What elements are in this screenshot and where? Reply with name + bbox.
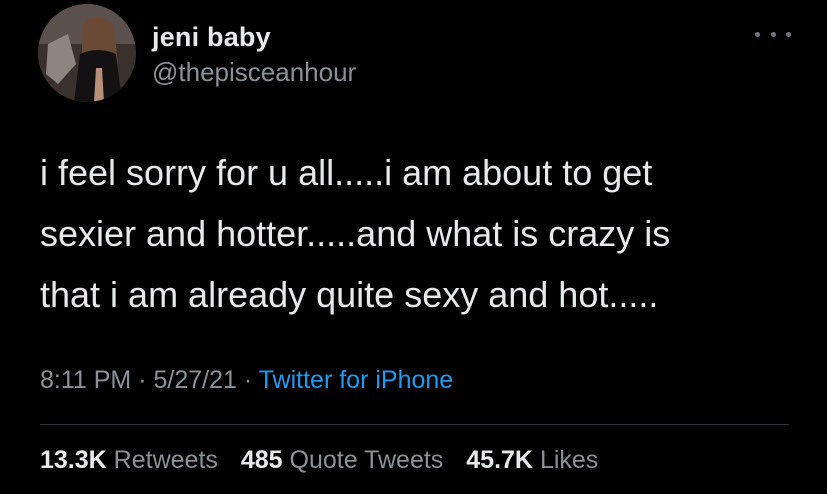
- quote-tweets-label: Quote Tweets: [289, 446, 444, 474]
- tweet-source-link[interactable]: Twitter for iPhone: [259, 366, 454, 394]
- avatar-photo: [38, 4, 136, 102]
- quote-tweets-count: 485: [240, 446, 283, 474]
- meta-separator: ·: [131, 366, 154, 394]
- more-options-icon[interactable]: [755, 24, 791, 44]
- tweet-date[interactable]: 5/27/21: [153, 366, 236, 394]
- retweets-count: 13.3K: [40, 446, 107, 474]
- tweet-text-line: i feel sorry for u all.....i am about to…: [40, 152, 653, 193]
- retweets-stat[interactable]: 13.3K Retweets: [40, 446, 218, 474]
- more-dot: [770, 31, 776, 37]
- author-handle[interactable]: @thepisceanhour: [152, 57, 356, 88]
- likes-count: 45.7K: [466, 446, 533, 474]
- tweet-text-line: sexier and hotter.....and what is crazy …: [40, 213, 671, 254]
- tweet-meta: 8:11 PM · 5/27/21 · Twitter for iPhone: [40, 366, 453, 395]
- tweet-stats: 13.3K Retweets 485 Quote Tweets 45.7K Li…: [40, 446, 614, 475]
- meta-separator: ·: [236, 366, 259, 394]
- retweets-label: Retweets: [113, 446, 218, 474]
- author-display-name[interactable]: jeni baby: [152, 22, 271, 53]
- more-dot: [755, 31, 760, 37]
- quote-tweets-stat[interactable]: 485 Quote Tweets: [241, 446, 443, 474]
- avatar[interactable]: [38, 4, 136, 102]
- tweet-card: jeni baby @thepisceanhour i feel sorry f…: [0, 0, 827, 494]
- likes-label: Likes: [539, 446, 599, 474]
- more-dot: [786, 31, 791, 37]
- tweet-text: i feel sorry for u all.....i am about to…: [40, 142, 800, 325]
- tweet-text-line: that i am already quite sexy and hot....…: [40, 274, 659, 315]
- likes-stat[interactable]: 45.7K Likes: [466, 446, 598, 474]
- divider: [40, 424, 789, 425]
- tweet-time[interactable]: 8:11 PM: [40, 366, 131, 394]
